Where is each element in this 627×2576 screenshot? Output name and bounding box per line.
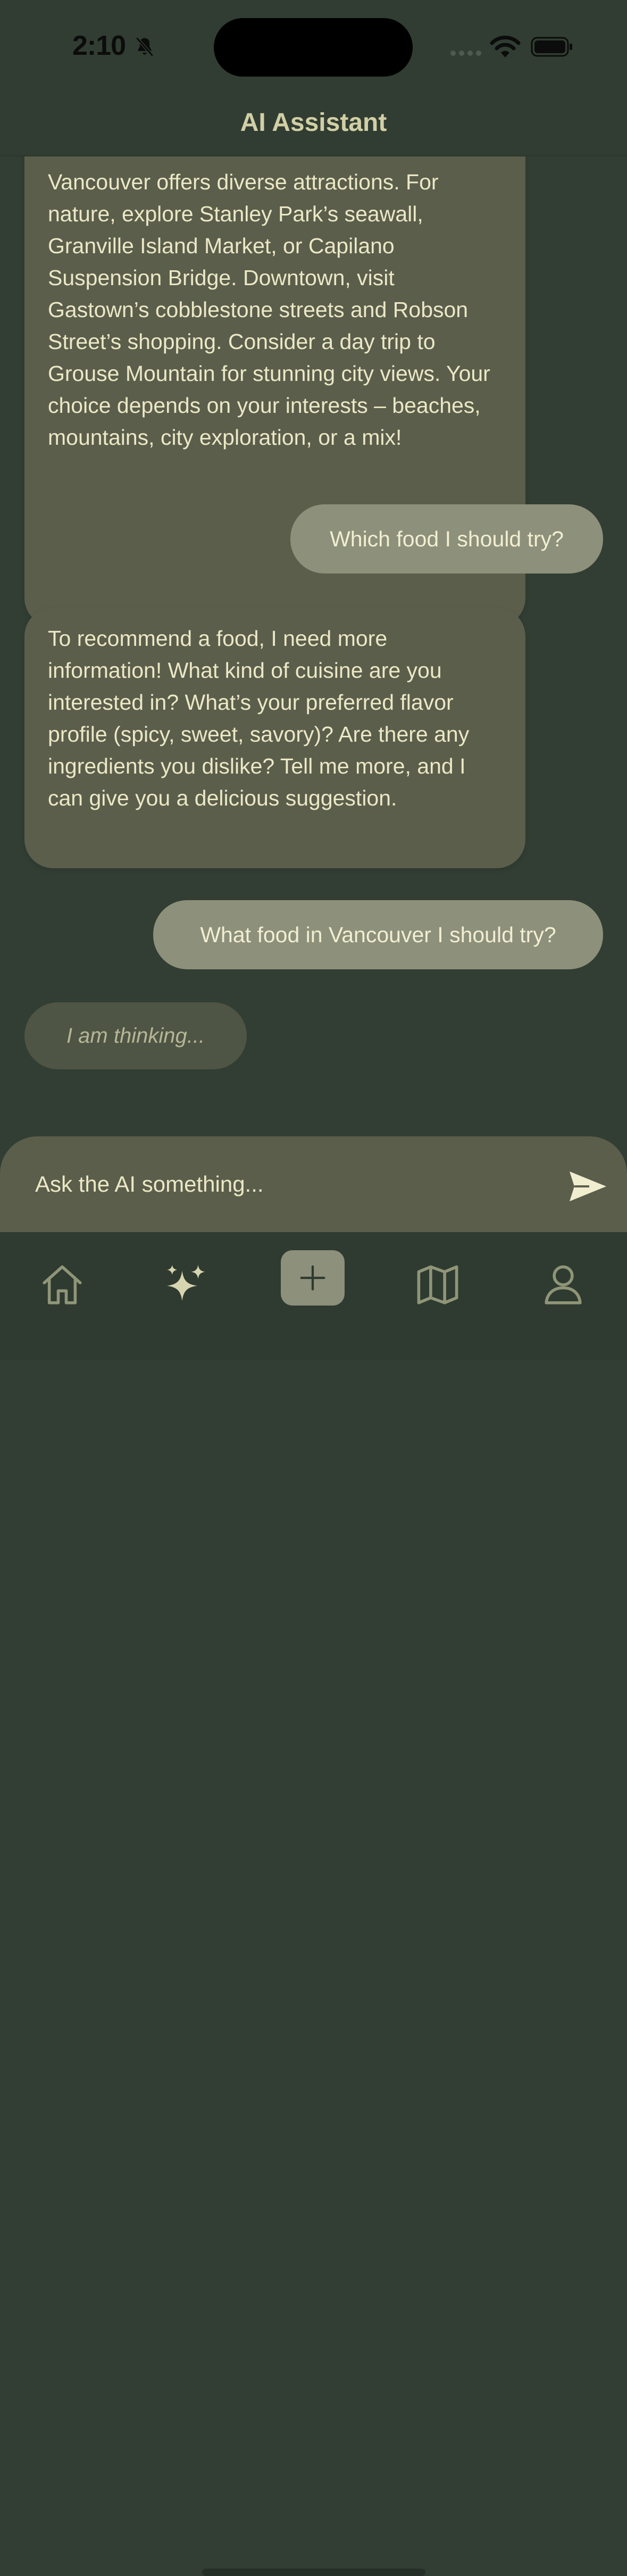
bell-slash-icon — [136, 37, 154, 57]
thinking-indicator: I am thinking... — [24, 1002, 247, 1069]
cellular-signal-icon — [450, 51, 481, 56]
assistant-message: To recommend a food, I need more informa… — [24, 608, 525, 868]
home-indicator — [202, 2569, 425, 2576]
user-message: Which food I should try? — [290, 504, 603, 574]
wifi-icon — [490, 36, 521, 57]
page-title: AI Assistant — [240, 109, 387, 137]
tab-profile[interactable] — [529, 1250, 598, 1319]
status-time: 2:10 — [72, 30, 126, 61]
status-bar: 2:10 — [0, 0, 627, 93]
map-icon — [417, 1265, 458, 1304]
nav-header: AI Assistant — [0, 93, 627, 156]
tab-map[interactable] — [403, 1250, 472, 1319]
tab-home[interactable] — [28, 1250, 97, 1319]
chat-messages[interactable]: Vancouver offers diverse attractions. Fo… — [0, 155, 627, 1134]
tab-bar — [0, 1232, 627, 2576]
plus-icon — [300, 1265, 325, 1291]
battery-icon — [531, 37, 572, 57]
user-message: What food in Vancouver I should try? — [153, 900, 603, 969]
add-button[interactable] — [281, 1250, 345, 1306]
dynamic-island — [214, 18, 413, 77]
person-icon — [545, 1265, 582, 1304]
tab-ai-assistant[interactable] — [152, 1250, 221, 1319]
send-icon[interactable] — [568, 1169, 607, 1203]
message-composer — [0, 1136, 627, 1232]
sparkles-icon — [167, 1265, 205, 1301]
message-input[interactable] — [35, 1165, 514, 1203]
home-icon — [43, 1265, 82, 1304]
